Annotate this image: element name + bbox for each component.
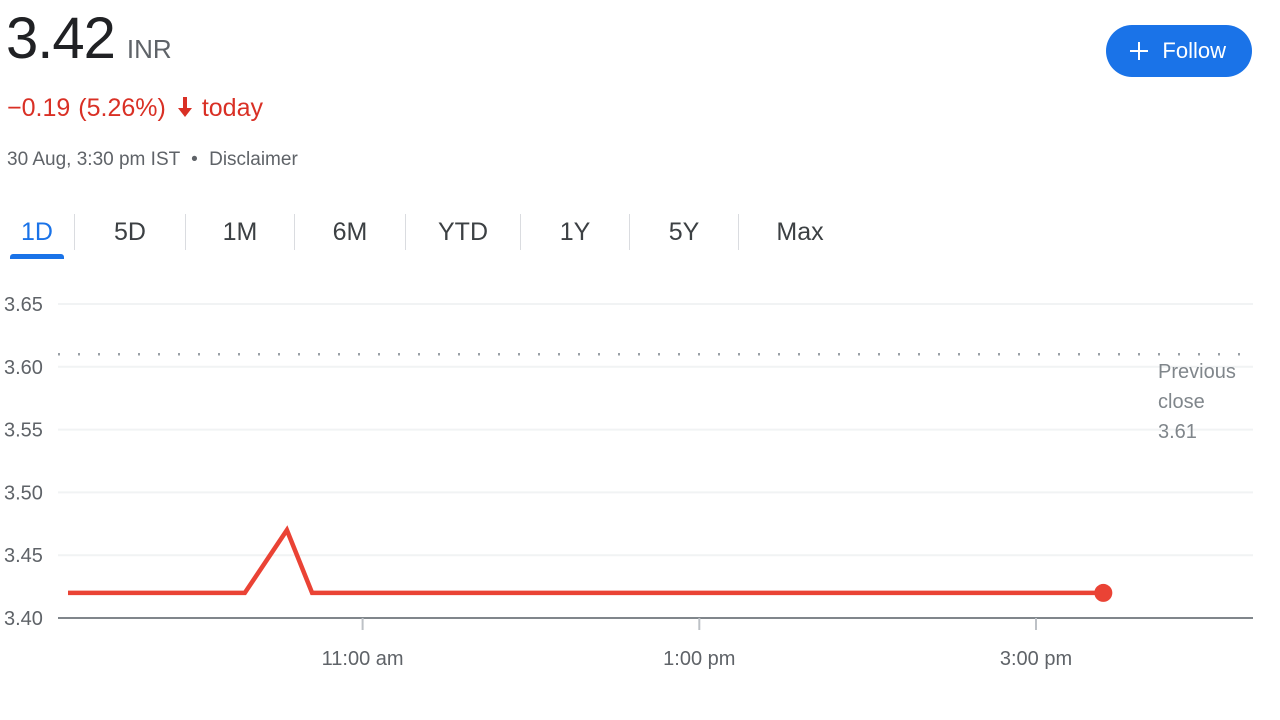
previous-close-line1: Previous xyxy=(1158,361,1236,383)
follow-button-label: Follow xyxy=(1162,38,1226,63)
tab-5d[interactable]: 5D xyxy=(75,207,185,259)
change-percent: (5.26%) xyxy=(78,94,166,122)
price-line-series xyxy=(68,525,1104,596)
follow-button[interactable]: Follow xyxy=(1106,25,1252,77)
price-chart[interactable]: 3.40 3.45 3.50 3.55 3.60 3.65 11:00 am 1:00 pm… xyxy=(0,280,1280,680)
tab-max-label: Max xyxy=(776,218,824,246)
previous-close-value: 3.61 xyxy=(1158,421,1197,443)
tab-6m[interactable]: 6M xyxy=(295,207,405,259)
tab-max[interactable]: Max xyxy=(739,207,861,259)
bullet-separator: • xyxy=(191,149,198,170)
chart-x-tick-label: 3:00 pm xyxy=(1000,648,1072,670)
tab-1y[interactable]: 1Y xyxy=(521,207,629,259)
previous-close-annotation: Previous close 3.61 xyxy=(1158,361,1236,443)
chart-x-tick-labels: 11:00 am 1:00 pm 3:00 pm xyxy=(322,648,1072,670)
chart-x-tick-label: 1:00 pm xyxy=(663,648,735,670)
quote-timestamp-row: 30 Aug, 3:30 pm IST • Disclaimer xyxy=(7,147,298,173)
tab-ytd-label: YTD xyxy=(438,218,488,246)
plus-icon xyxy=(1128,40,1150,62)
price-value: 3.42 xyxy=(6,6,116,71)
change-absolute: −0.19 xyxy=(7,94,71,122)
tab-1d-label: 1D xyxy=(21,218,53,246)
tab-5d-label: 5D xyxy=(114,218,146,246)
chart-x-ticks xyxy=(361,618,1037,630)
tab-ytd[interactable]: YTD xyxy=(406,207,520,259)
chart-y-tick-label: 3.65 xyxy=(4,294,43,316)
chart-y-tick-label: 3.60 xyxy=(4,357,43,379)
tab-1d[interactable]: 1D xyxy=(0,207,74,259)
disclaimer-link[interactable]: Disclaimer xyxy=(209,149,298,170)
price-row: 3.42 INR xyxy=(6,8,172,70)
change-period: today xyxy=(201,94,263,122)
chart-gridlines xyxy=(58,303,1253,557)
range-tab-bar: 1D 5D 1M 6M YTD 1Y 5Y Max xyxy=(0,207,1280,259)
tab-6m-label: 6M xyxy=(332,218,368,246)
chart-y-tick-labels: 3.40 3.45 3.50 3.55 3.60 3.65 xyxy=(4,294,43,630)
chart-y-tick-label: 3.50 xyxy=(4,482,43,504)
price-change-row: −0.19 (5.26%) today xyxy=(7,93,263,123)
chart-y-tick-label: 3.45 xyxy=(4,545,43,567)
tab-1m-label: 1M xyxy=(222,218,258,246)
quote-timestamp: 30 Aug, 3:30 pm IST xyxy=(7,149,180,170)
chart-y-tick-label: 3.40 xyxy=(4,608,43,630)
tab-5y-label: 5Y xyxy=(668,218,700,246)
tab-1y-label: 1Y xyxy=(559,218,591,246)
chart-y-tick-label: 3.55 xyxy=(4,420,43,442)
previous-close-line2: close xyxy=(1158,391,1205,413)
tab-5y[interactable]: 5Y xyxy=(630,207,738,259)
chart-x-tick-label: 11:00 am xyxy=(322,648,404,670)
price-currency: INR xyxy=(126,34,172,64)
quote-header: 3.42 INR −0.19 (5.26%) today 30 Aug, 3:3… xyxy=(0,0,1280,195)
price-latest-marker xyxy=(1094,583,1113,602)
tab-1m[interactable]: 1M xyxy=(186,207,294,259)
arrow-down-icon xyxy=(175,96,195,120)
